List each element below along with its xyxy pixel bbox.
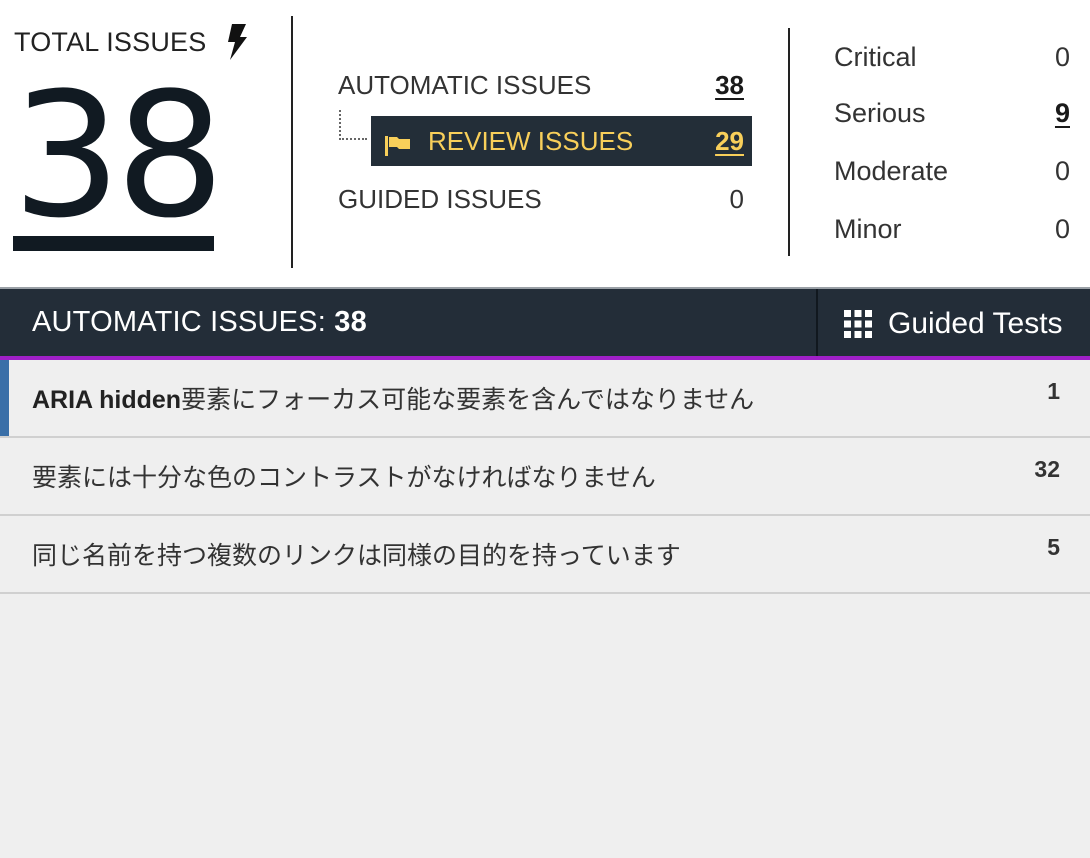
section-title: AUTOMATIC ISSUES: 38 (32, 306, 367, 339)
guided-tests-label: Guided Tests (888, 306, 1063, 340)
severity-label: Minor (834, 214, 902, 244)
divider (788, 28, 790, 256)
issue-count: 1 (1047, 378, 1060, 404)
review-issues-count-link[interactable]: 29 (715, 126, 744, 157)
issue-count: 5 (1047, 534, 1060, 560)
automatic-issues-count-link[interactable]: 38 (715, 70, 744, 101)
issue-title-text: 同じ名前を持つ複数のリンクは同様の目的を持っています (32, 542, 681, 570)
issue-title: 同じ名前を持つ複数のリンクは同様の目的を持っています (32, 536, 681, 572)
review-issues-label: REVIEW ISSUES (428, 126, 634, 156)
issue-count: 32 (1034, 456, 1060, 482)
list-item[interactable]: ARIA hidden要素にフォーカス可能な要素を含んではなりません 1 (0, 360, 1090, 438)
automatic-issues-label: AUTOMATIC ISSUES (338, 70, 592, 100)
review-issues-row[interactable]: REVIEW ISSUES 29 (371, 116, 752, 166)
guided-issues-row: GUIDED ISSUES 0 (338, 178, 748, 218)
severity-count: 0 (1054, 214, 1070, 244)
list-item[interactable]: 同じ名前を持つ複数のリンクは同様の目的を持っています 5 (0, 516, 1090, 594)
list-item[interactable]: 要素には十分な色のコントラストがなければなりません 32 (0, 438, 1090, 516)
section-title-count: 38 (334, 306, 367, 338)
total-issues-count: 38 (12, 55, 225, 256)
severity-label: Moderate (834, 156, 949, 186)
severity-moderate-row: Moderate 0 (834, 152, 1070, 192)
automatic-issues-row[interactable]: AUTOMATIC ISSUES 38 (338, 64, 748, 104)
severity-label: Critical (834, 42, 917, 72)
issue-title: 要素には十分な色のコントラストがなければなりません (32, 458, 656, 494)
issue-title-text: 要素には十分な色のコントラストがなければなりません (32, 464, 656, 492)
divider (291, 16, 293, 268)
issue-title-bold: ARIA hidden (32, 386, 182, 414)
severity-count-link[interactable]: 9 (1055, 98, 1070, 129)
guided-issues-label: GUIDED ISSUES (338, 184, 542, 214)
severity-count: 0 (1054, 42, 1070, 72)
issues-toolbar: AUTOMATIC ISSUES: 38 Guided Tests (0, 287, 1090, 358)
section-title-prefix: AUTOMATIC ISSUES: (32, 306, 335, 338)
total-issues-label: TOTAL ISSUES (14, 26, 207, 57)
grid-icon (844, 309, 872, 338)
guided-tests-button[interactable]: Guided Tests (818, 289, 1090, 358)
tree-connector (339, 110, 367, 140)
severity-label: Serious (834, 98, 926, 128)
severity-critical-row: Critical 0 (834, 38, 1070, 78)
severity-count: 0 (1054, 156, 1070, 186)
issue-title: ARIA hidden要素にフォーカス可能な要素を含んではなりません (32, 380, 754, 416)
total-count-underline (13, 236, 214, 251)
severity-serious-row[interactable]: Serious 9 (834, 94, 1070, 134)
selected-marker (0, 360, 9, 436)
issues-summary: TOTAL ISSUES 38 AUTOMATIC ISSUES 38 REVI… (0, 0, 1090, 287)
flag-icon (385, 132, 411, 156)
guided-issues-count: 0 (729, 184, 744, 214)
severity-minor-row: Minor 0 (834, 210, 1070, 250)
lightning-bolt-icon (226, 24, 248, 60)
issue-title-text: 要素にフォーカス可能な要素を含んではなりません (181, 386, 755, 414)
issues-list: ARIA hidden要素にフォーカス可能な要素を含んではなりません 1 要素に… (0, 360, 1090, 858)
